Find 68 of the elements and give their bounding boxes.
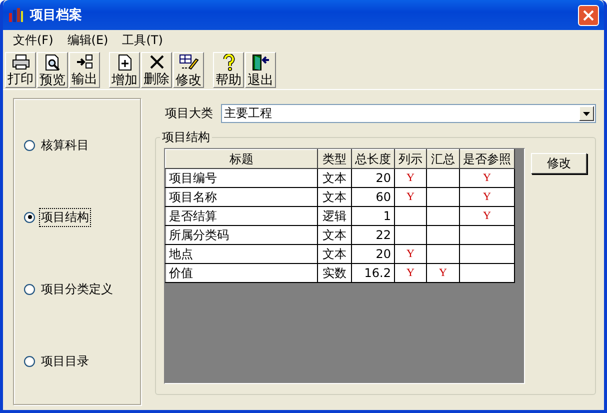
group-title: 项目结构: [161, 129, 211, 146]
menu-item[interactable]: 文件(F): [6, 32, 60, 48]
edit-button[interactable]: 修改: [531, 153, 587, 174]
door-arrow-icon: [252, 54, 270, 71]
books-icon: [8, 7, 24, 23]
radio-button[interactable]: [24, 356, 35, 368]
table-cell: 实数: [322, 266, 346, 280]
category-label: 项目大类: [165, 105, 213, 122]
flag-text: Y: [406, 267, 414, 279]
printer-icon: [12, 54, 30, 70]
column-header[interactable]: 汇总: [426, 150, 460, 168]
table-cell: 逻辑: [322, 208, 346, 222]
page-magnifier-icon: [44, 54, 62, 71]
table-cell: 文本: [322, 228, 346, 242]
flag-text: Y: [483, 191, 491, 203]
radio-button[interactable]: [24, 212, 35, 223]
flag-text: Y: [406, 172, 414, 184]
table-cell: 20: [376, 171, 391, 185]
table-cell: 文本: [322, 190, 346, 204]
table-cell: 项目名称: [169, 190, 217, 204]
page-plus-icon: [116, 54, 132, 71]
menu-item[interactable]: 工具(T): [115, 32, 170, 48]
flag-text: Y: [406, 191, 414, 203]
close-button[interactable]: [578, 4, 599, 26]
radio-label[interactable]: 项目分类定义: [40, 281, 114, 298]
radio-label[interactable]: 核算科目: [40, 136, 90, 154]
table-cell: 所属分类码: [169, 228, 229, 242]
dropdown-arrow-icon: [583, 112, 590, 116]
table-cell: 项目编号: [169, 170, 217, 184]
column-header[interactable]: 类型: [318, 150, 352, 168]
toolbar-button[interactable]: 帮助: [213, 52, 244, 88]
category-dropdown[interactable]: 主要工程: [221, 104, 596, 123]
toolbar-button[interactable]: 打印: [5, 52, 36, 88]
radio-button[interactable]: [24, 284, 35, 296]
window-title: 项目档案: [30, 6, 83, 24]
question-mark-icon: [222, 54, 236, 71]
flag-text: Y: [483, 172, 491, 184]
table-cell: 20: [376, 247, 391, 261]
radio-button[interactable]: [24, 140, 35, 151]
column-header[interactable]: 总长度: [352, 150, 394, 168]
toolbar-button[interactable]: 输出: [69, 52, 100, 88]
table-cell: 价值: [169, 266, 193, 280]
radio-label[interactable]: 项目结构: [40, 208, 90, 226]
column-header[interactable]: 标题: [166, 150, 318, 168]
table-cell: 1: [383, 209, 391, 223]
column-header[interactable]: 列示: [394, 150, 426, 168]
toolbar-button[interactable]: 删除: [141, 52, 172, 88]
flag-text: Y: [406, 248, 414, 260]
cross-icon: [148, 54, 164, 70]
table-cell: 地点: [169, 246, 193, 260]
table-cell: 60: [376, 190, 391, 204]
table-cell: 是否结算: [169, 208, 217, 222]
menu-item[interactable]: 编辑(E): [60, 32, 116, 48]
grid-pencil-icon: [178, 54, 198, 71]
toolbar-button[interactable]: 增加: [109, 52, 140, 88]
column-header[interactable]: 是否参照: [460, 150, 514, 168]
toolbar-button[interactable]: 修改: [173, 52, 204, 88]
table-cell: 文本: [322, 246, 346, 260]
radio-label[interactable]: 项目目录: [40, 353, 90, 370]
table-cell: 22: [376, 228, 391, 242]
table-cell: 16.2: [364, 266, 391, 280]
table-cell: 文本: [322, 170, 346, 184]
flag-text: Y: [439, 267, 447, 279]
toolbar-button[interactable]: 退出: [245, 52, 276, 88]
flag-text: Y: [483, 210, 491, 222]
arrow-into-list-icon: [76, 54, 94, 70]
close-icon: [583, 10, 594, 20]
toolbar-button[interactable]: 预览: [37, 52, 68, 88]
